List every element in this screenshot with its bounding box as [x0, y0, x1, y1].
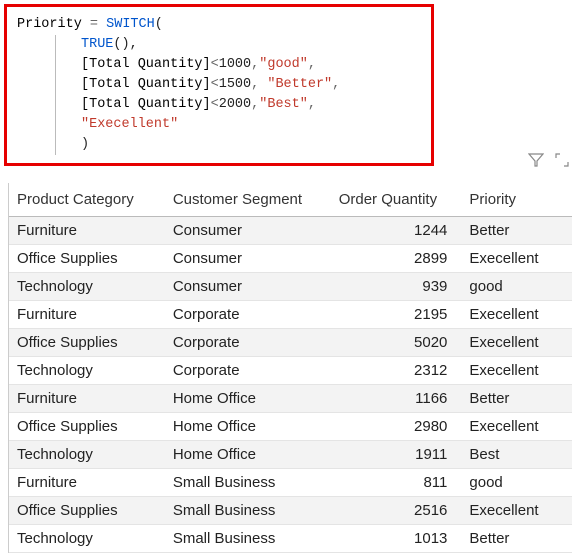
- func-true: TRUE: [81, 37, 113, 52]
- cell-product-category: Office Supplies: [9, 245, 165, 273]
- cell-order-quantity: 2195: [331, 301, 462, 329]
- formula-line-3: [Total Quantity]<1000,"good",: [72, 55, 421, 75]
- table-row[interactable]: FurnitureSmall Business811good: [9, 469, 572, 497]
- table-row[interactable]: Office SuppliesCorporate5020Execellent: [9, 329, 572, 357]
- formula-line-7: ): [72, 135, 421, 155]
- cell-product-category: Technology: [9, 273, 165, 301]
- cell-priority: Execellent: [461, 301, 572, 329]
- formula-line-6: "Execellent": [72, 115, 421, 135]
- table-row[interactable]: Office SuppliesHome Office2980Execellent: [9, 413, 572, 441]
- cell-customer-segment: Small Business: [165, 525, 331, 553]
- cell-priority: Execellent: [461, 497, 572, 525]
- col-header-priority[interactable]: Priority: [461, 183, 572, 217]
- cell-priority: Better: [461, 385, 572, 413]
- cell-order-quantity: 2312: [331, 357, 462, 385]
- cell-order-quantity: 939: [331, 273, 462, 301]
- cell-customer-segment: Consumer: [165, 217, 331, 245]
- measure-name: Priority: [17, 17, 82, 32]
- cell-order-quantity: 5020: [331, 329, 462, 357]
- cell-order-quantity: 1013: [331, 525, 462, 553]
- cell-priority: Execellent: [461, 357, 572, 385]
- formula-bar[interactable]: Priority = SWITCH( TRUE(), [Total Quanti…: [4, 4, 434, 166]
- func-switch: SWITCH: [106, 17, 155, 32]
- cell-priority: good: [461, 273, 572, 301]
- formula-line-5: [Total Quantity]<2000,"Best",: [72, 95, 421, 115]
- formula-line-2: TRUE(),: [72, 35, 421, 55]
- cell-product-category: Furniture: [9, 217, 165, 245]
- cell-customer-segment: Small Business: [165, 497, 331, 525]
- cell-product-category: Office Supplies: [9, 329, 165, 357]
- col-header-customer-segment[interactable]: Customer Segment: [165, 183, 331, 217]
- cell-product-category: Office Supplies: [9, 497, 165, 525]
- cell-product-category: Technology: [9, 525, 165, 553]
- cell-customer-segment: Small Business: [165, 469, 331, 497]
- cell-customer-segment: Corporate: [165, 357, 331, 385]
- cell-order-quantity: 2980: [331, 413, 462, 441]
- cell-customer-segment: Corporate: [165, 329, 331, 357]
- cell-product-category: Furniture: [9, 301, 165, 329]
- table-row[interactable]: Office SuppliesSmall Business2516Execell…: [9, 497, 572, 525]
- cell-product-category: Furniture: [9, 469, 165, 497]
- cell-customer-segment: Consumer: [165, 273, 331, 301]
- cell-order-quantity: 811: [331, 469, 462, 497]
- table-row[interactable]: TechnologyHome Office1911Best: [9, 441, 572, 469]
- cell-order-quantity: 1911: [331, 441, 462, 469]
- table-row[interactable]: Office SuppliesConsumer2899Execellent: [9, 245, 572, 273]
- cell-order-quantity: 2899: [331, 245, 462, 273]
- cell-order-quantity: 1244: [331, 217, 462, 245]
- table-row[interactable]: FurnitureCorporate2195Execellent: [9, 301, 572, 329]
- cell-priority: good: [461, 469, 572, 497]
- table-row[interactable]: TechnologySmall Business1013Better: [9, 525, 572, 553]
- table-row[interactable]: TechnologyConsumer939good: [9, 273, 572, 301]
- cell-customer-segment: Consumer: [165, 245, 331, 273]
- col-header-product-category[interactable]: Product Category: [9, 183, 165, 217]
- table-row[interactable]: FurnitureHome Office1166Better: [9, 385, 572, 413]
- cell-order-quantity: 2516: [331, 497, 462, 525]
- cell-priority: Best: [461, 441, 572, 469]
- cell-priority: Better: [461, 217, 572, 245]
- cell-priority: Execellent: [461, 413, 572, 441]
- formula-line-4: [Total Quantity]<1500, "Better",: [72, 75, 421, 95]
- table-row[interactable]: TechnologyCorporate2312Execellent: [9, 357, 572, 385]
- cell-product-category: Office Supplies: [9, 413, 165, 441]
- data-table: Product Category Customer Segment Order …: [8, 183, 572, 553]
- cell-customer-segment: Home Office: [165, 385, 331, 413]
- expand-icon[interactable]: [554, 152, 570, 173]
- cell-customer-segment: Home Office: [165, 441, 331, 469]
- cell-priority: Execellent: [461, 329, 572, 357]
- table-header-row: Product Category Customer Segment Order …: [9, 183, 572, 217]
- cell-priority: Execellent: [461, 245, 572, 273]
- cell-customer-segment: Home Office: [165, 413, 331, 441]
- cell-priority: Better: [461, 525, 572, 553]
- filter-icon[interactable]: [528, 152, 544, 173]
- cell-product-category: Technology: [9, 357, 165, 385]
- formula-line-1: Priority = SWITCH(: [17, 15, 421, 35]
- cell-customer-segment: Corporate: [165, 301, 331, 329]
- table-row[interactable]: FurnitureConsumer1244Better: [9, 217, 572, 245]
- cell-order-quantity: 1166: [331, 385, 462, 413]
- cell-product-category: Technology: [9, 441, 165, 469]
- col-header-order-quantity[interactable]: Order Quantity: [331, 183, 462, 217]
- cell-product-category: Furniture: [9, 385, 165, 413]
